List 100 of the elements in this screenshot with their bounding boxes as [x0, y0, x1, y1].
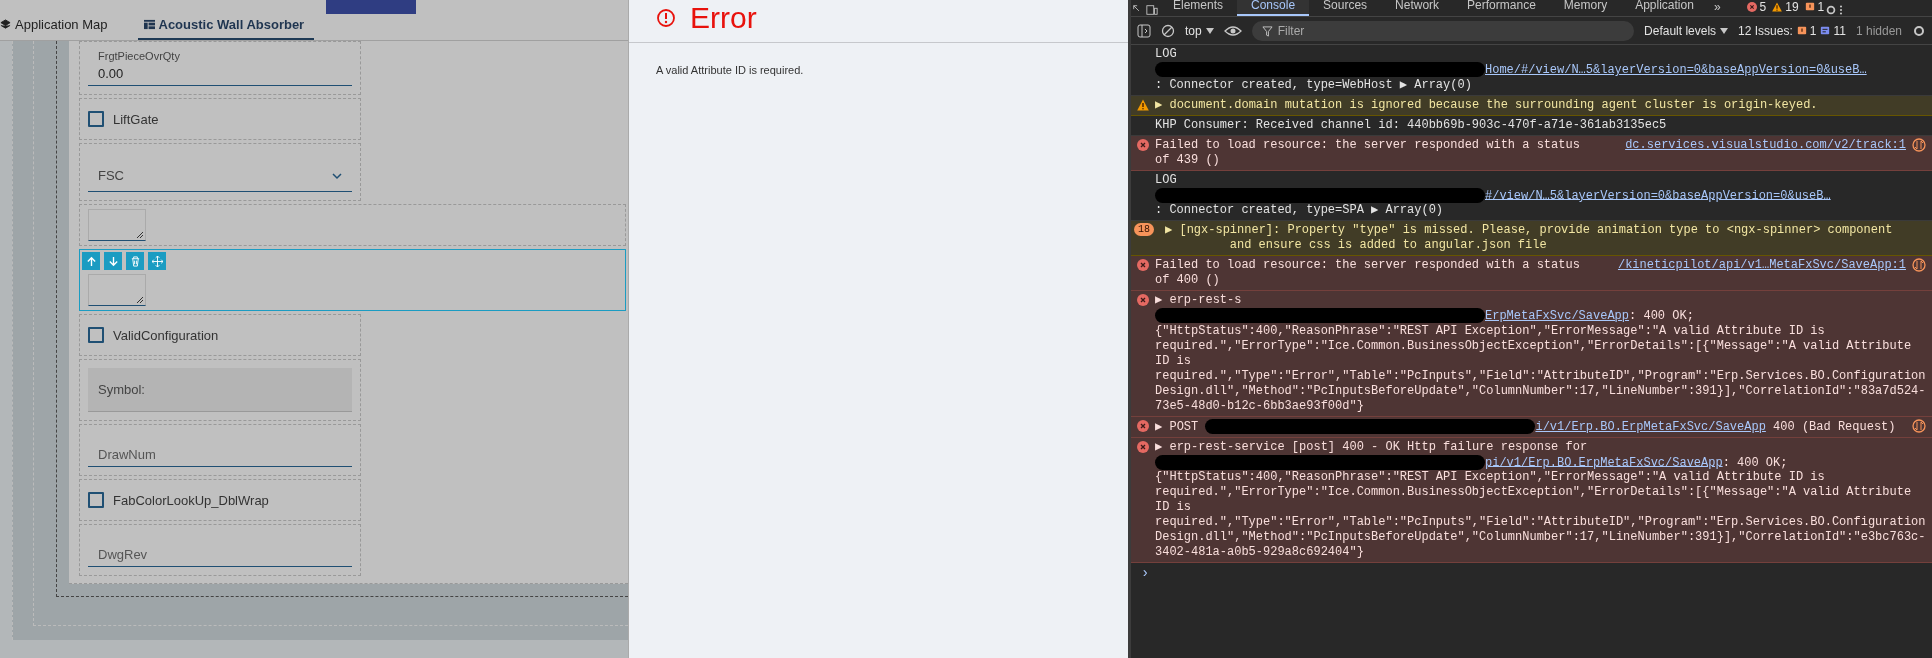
console-message: ▶ [ngx-spinner]: Property "type" is missed. Please, provide animation type to <ngx-spinner> component and ensure css is added to angular.json file [1165, 223, 1894, 254]
repeat-count: 18 [1134, 223, 1154, 237]
network-request-icon[interactable] [1912, 258, 1926, 273]
sidebar-toggle-icon[interactable] [1137, 23, 1151, 38]
console-message: LOG Home/#/view/N…5&layerVersion=0&baseAppVersion=0&useB… : Connector created, type=WebHost ▶ Array(0) [1155, 47, 1868, 93]
warning-count[interactable]: 19 [1772, 0, 1799, 14]
form-cell[interactable]: LiftGate [79, 98, 361, 140]
form-cell[interactable]: DrawNum [79, 424, 361, 476]
form-cell[interactable]: Symbol: [79, 359, 361, 421]
checkbox[interactable] [88, 327, 104, 343]
console-message: LOG #/view/N…5&layerVersion=0&baseAppVersion=0&useB… : Connector created, type=SPA ▶ Array(0) [1155, 172, 1832, 219]
devtools-tab[interactable]: Elements [1159, 0, 1238, 16]
app-tab[interactable]: Acoustic Wall Absorber [137, 17, 315, 40]
network-request-icon[interactable] [1912, 419, 1926, 433]
resize-grip-icon [136, 296, 144, 304]
field-label: FrgtPieceOvrQty [97, 50, 181, 62]
url-link[interactable]: pi/v1/Erp.BO.ErpMetaFxSvc/SaveApp [1485, 455, 1723, 470]
console-message: Failed to load resource: the server responded with a status of 400 () [1155, 258, 1581, 289]
console-message: ▶ document.domain mutation is ignored because the surrounding agent cluster is origin-keyed. [1155, 97, 1819, 113]
issue-info-count[interactable]: 11 [1820, 23, 1846, 38]
devtools-tab[interactable]: Application [1621, 0, 1708, 16]
device-icon[interactable] [1145, 4, 1159, 16]
checkbox-label: ValidConfiguration [113, 327, 219, 343]
warning-icon [1772, 2, 1783, 12]
devtools-tab[interactable]: Console [1237, 0, 1310, 16]
tool-button[interactable] [126, 252, 144, 270]
devtools-tab[interactable]: Memory [1549, 0, 1622, 16]
number-field[interactable]: 0.00 [88, 62, 352, 86]
more-tabs-button[interactable]: » [1707, 0, 1727, 16]
console-message: ▶ POST i/v1/Erp.BO.ErpMetaFxSvc/SaveApp 400 (Bad Request) [1155, 419, 1897, 435]
url-link[interactable]: ErpMetaFxSvc/SaveApp [1485, 309, 1630, 323]
devtools-tab[interactable]: Network [1381, 0, 1454, 16]
text-field[interactable]: DwgRev [88, 533, 352, 567]
form-cell[interactable]: FrgtPieceOvrQty 0.00 [79, 41, 361, 95]
error-icon [1137, 294, 1149, 307]
source-link[interactable]: /kineticpilot/api/v1…MetaFxSvc/SaveApp:1 [1617, 258, 1906, 289]
issue-count[interactable]: 1 [1804, 0, 1825, 14]
up-arrow-icon [85, 255, 97, 267]
form-cell[interactable] [79, 249, 626, 311]
form-cell[interactable]: DwgRev [79, 524, 361, 576]
url-link[interactable]: Home/#/view/N…5&layerVersion=0&baseAppVersion=0&useB… [1485, 62, 1867, 77]
console-prompt[interactable]: › [1131, 563, 1932, 584]
console-message: Failed to load resource: the server responded with a status of 439 () [1155, 137, 1581, 168]
more-menu-icon[interactable] [1838, 4, 1845, 16]
error-icon [656, 8, 676, 28]
hidden-count: 1 hidden [1855, 23, 1902, 38]
resize-grip-icon [136, 231, 144, 239]
source-link[interactable]: dc.services.visualstudio.com/v2/track:1 [1625, 137, 1906, 168]
tool-button[interactable] [82, 252, 100, 270]
tool-button[interactable] [104, 252, 122, 270]
trash-icon [129, 255, 141, 267]
form-cell[interactable]: FabColorLookUp_DblWrap [79, 479, 361, 521]
issue-icon [1796, 25, 1807, 36]
move-icon [151, 255, 163, 267]
checkbox[interactable] [88, 492, 104, 508]
textarea-field[interactable] [88, 209, 146, 241]
context-dropdown[interactable]: top [1185, 23, 1214, 38]
tool-button[interactable] [148, 252, 166, 270]
form-cell[interactable]: ValidConfiguration [79, 314, 361, 356]
form-cell[interactable]: FSC [79, 143, 361, 201]
layers-icon [0, 19, 11, 30]
checkbox[interactable] [88, 111, 104, 127]
levels-dropdown[interactable]: Default levels [1644, 23, 1729, 38]
chevron-down-icon [332, 171, 342, 180]
caret-icon [1205, 27, 1214, 34]
warning-icon [1137, 98, 1149, 111]
error-icon [1137, 259, 1149, 272]
layout-icon [143, 19, 155, 30]
checkbox-label: LiftGate [113, 111, 159, 127]
devtools-tab[interactable]: Sources [1309, 0, 1382, 16]
eye-icon[interactable] [1223, 24, 1242, 37]
url-link[interactable]: i/v1/Erp.BO.ErpMetaFxSvc/SaveApp [1535, 419, 1766, 434]
error-icon [1137, 440, 1149, 453]
console-message: ▶ erp-rest-s ErpMetaFxSvc/SaveApp: 400 OK; {"HttpStatus":400,"ReasonPhrase":"REST API Exception","ErrorMessage":"A valid Attribute ID is required.","ErrorType":"Ice.Common.BusinessObjectException","ErrorDetails":[{"Message":"A valid Attribute ID is required.","Type":"Error","Table":"PcInputs","Field":"AttributeID","Program":"Erp.Services.BO.ConfigurationDesign.dll","Method":"PcInputsBeforeUpdate","ColumnNumber":17,"LineNumber":391}],"CorrelationId":"83a7d524-73e5-48d0-b12c-6bb3ae93f00d"} [1155, 293, 1926, 414]
url-link[interactable]: #/view/N…5&layerVersion=0&baseAppVersion=0&useB… [1485, 188, 1831, 203]
message-icon [1820, 25, 1831, 36]
console-message: KHP Consumer: Received channel id: 440bb69b-903c-470f-a71e-361ab3135ec5 [1155, 117, 1668, 133]
checkbox-label: FabColorLookUp_DblWrap [113, 492, 269, 508]
error-icon [1137, 420, 1149, 432]
caret-icon [1720, 27, 1729, 34]
issues-label: 12 Issues: [1738, 23, 1793, 38]
error-count[interactable]: 5 [1746, 0, 1767, 14]
filter-field[interactable]: Filter [1251, 20, 1635, 41]
issue-icon [1804, 2, 1815, 12]
settings-icon[interactable] [1912, 23, 1926, 38]
error-icon [1137, 138, 1149, 151]
console-message: ▶ erp-rest-service [post] 400 - OK Http failure response for pi/v1/Erp.BO.ErpMetaFxSvc/SaveApp: 400 OK; {"HttpStatus":400,"ReasonPhrase":"REST API Exception","ErrorMessage":"A valid Attribute ID is required.","ErrorType":"Ice.Common.BusinessObjectException","ErrorDetails":[{"Message":"A valid Attribute ID is required.","Type":"Error","Table":"PcInputs","Field":"AttributeID","Program":"Erp.Services.BO.ConfigurationDesign.dll","Method":"PcInputsBeforeUpdate","ColumnNumber":17,"LineNumber":391}],"CorrelationId":"e3bc763c-3402-481a-a0b5-929a8c692404"} [1155, 439, 1926, 561]
text-field[interactable]: DrawNum [88, 433, 352, 467]
issue-error-count[interactable]: 1 [1796, 23, 1817, 38]
devtools-tab[interactable]: Performance [1453, 0, 1550, 16]
app-tab[interactable]: Application Map [0, 17, 114, 40]
clear-icon[interactable] [1161, 23, 1175, 38]
readonly-field: Symbol: [88, 368, 352, 412]
network-request-icon[interactable] [1912, 137, 1926, 152]
down-arrow-icon [107, 255, 119, 267]
dialog-title: Error [690, 1, 757, 35]
dropdown-field[interactable]: FSC [88, 152, 352, 192]
textarea-field[interactable] [88, 274, 146, 306]
form-cell[interactable] [79, 204, 626, 246]
error-icon [1746, 2, 1757, 12]
